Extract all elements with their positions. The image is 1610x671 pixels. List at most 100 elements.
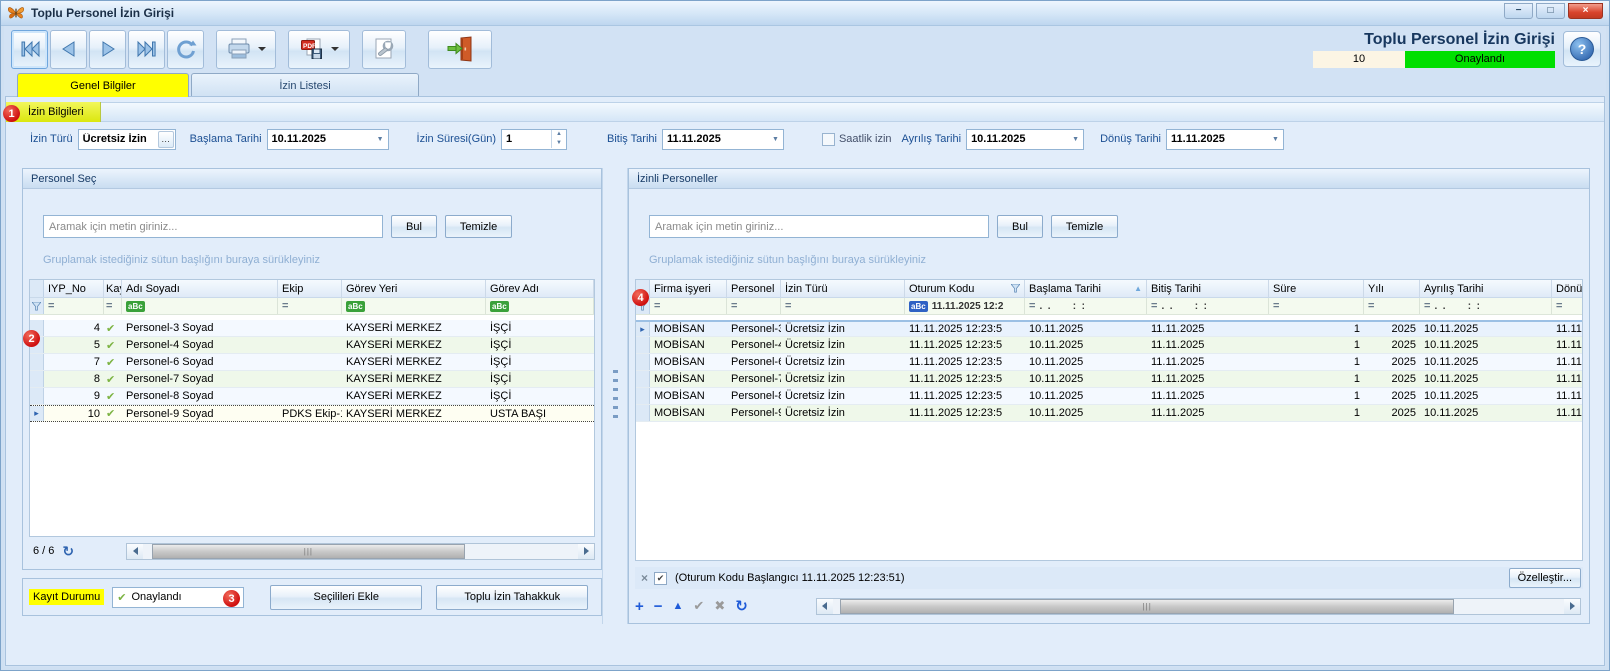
sort-ascending-icon: ▲ <box>1134 284 1142 293</box>
bul-button[interactable]: Bul <box>391 215 437 238</box>
donus-tarihi-field[interactable]: ▼ <box>1166 129 1284 150</box>
spin-up-icon[interactable]: ▲ <box>552 130 566 139</box>
delete-row-icon[interactable]: − <box>654 598 663 615</box>
izin-suresi-input[interactable] <box>502 130 551 149</box>
baslama-tarihi-field[interactable]: ▼ <box>267 129 389 150</box>
previous-record-button[interactable] <box>50 30 87 69</box>
column-header-sure[interactable]: Süre <box>1269 280 1364 297</box>
refresh-button[interactable] <box>167 30 204 69</box>
ayrilis-dropdown-icon[interactable]: ▼ <box>1068 136 1083 143</box>
column-header-kay[interactable]: Kay <box>104 280 122 297</box>
edit-row-icon[interactable]: ▲ <box>673 600 684 612</box>
table-row-selected[interactable]: ▸ MOBİSAN Personel-3 S Ücretsiz İzin 11.… <box>636 320 1582 337</box>
tab-genel-bilgiler[interactable]: Genel Bilgiler <box>17 73 189 97</box>
column-header-gorev-adi[interactable]: Görev Adı <box>486 280 594 297</box>
last-record-button[interactable] <box>128 30 165 69</box>
minimize-icon: − <box>1516 6 1522 16</box>
help-button[interactable]: ? <box>1563 31 1601 67</box>
bul-button[interactable]: Bul <box>997 215 1043 238</box>
donus-dropdown-icon[interactable]: ▼ <box>1268 136 1283 143</box>
bitis-tarihi-field[interactable]: ▼ <box>662 129 784 150</box>
scroll-thumb[interactable]: ||| <box>152 544 465 559</box>
print-button[interactable] <box>216 30 276 69</box>
column-header-bitis-tarihi[interactable]: Bitiş Tarihi <box>1147 280 1269 297</box>
grid-refresh-icon[interactable]: ↻ <box>62 543 74 560</box>
toplu-izin-tahakkuk-button[interactable]: Toplu İzin Tahakkuk <box>436 585 588 610</box>
izinli-table-hscrollbar[interactable]: ||| <box>816 598 1581 615</box>
saatlik-izin-checkbox[interactable] <box>822 133 835 146</box>
table-row[interactable]: MOBİSAN Personel-8 S Ücretsiz İzin 11.11… <box>636 388 1582 405</box>
tab-izin-listesi[interactable]: İzin Listesi <box>191 73 419 97</box>
filter-close-icon[interactable]: × <box>641 571 648 585</box>
bitis-dropdown-icon[interactable]: ▼ <box>768 136 783 143</box>
table-row[interactable]: 9 ✔ Personel-8 Soyad KAYSERİ MERKEZ İŞÇİ <box>30 388 594 405</box>
scroll-thumb[interactable]: ||| <box>840 599 1454 614</box>
scroll-right-arrow[interactable] <box>578 544 594 559</box>
baslama-tarihi-input[interactable] <box>268 130 373 149</box>
table-row[interactable]: MOBİSAN Personel-6 S Ücretsiz İzin 11.11… <box>636 354 1582 371</box>
minimize-button[interactable]: − <box>1504 3 1533 19</box>
column-header-izin-turu[interactable]: İzin Türü <box>781 280 905 297</box>
temizle-button[interactable]: Temizle <box>1051 215 1118 238</box>
approved-check-icon: ✔ <box>106 390 115 403</box>
filter-enabled-checkbox[interactable]: ✔ <box>654 572 667 585</box>
next-record-icon <box>97 38 119 60</box>
post-edit-icon[interactable]: ✔ <box>693 598 704 614</box>
column-header-iyp-no[interactable]: IYP_No <box>44 280 104 297</box>
table-row[interactable]: MOBİSAN Personel-7 S Ücretsiz İzin 11.11… <box>636 371 1582 388</box>
personel-table-hscrollbar[interactable]: ||| <box>126 543 595 560</box>
pdf-dropdown-caret[interactable] <box>331 47 339 51</box>
next-record-button[interactable] <box>89 30 126 69</box>
izin-suresi-spinner[interactable]: ▲ ▼ <box>551 130 566 148</box>
bitis-tarihi-input[interactable] <box>663 130 768 149</box>
exit-button[interactable] <box>428 30 492 69</box>
table-row[interactable]: MOBİSAN Personel-4 S Ücretsiz İzin 11.11… <box>636 337 1582 354</box>
table-row[interactable]: MOBİSAN Personel-9 S Ücretsiz İzin 11.11… <box>636 405 1582 422</box>
add-row-icon[interactable]: + <box>635 598 644 615</box>
ayrilis-tarihi-field[interactable]: ▼ <box>966 129 1084 150</box>
spin-down-icon[interactable]: ▼ <box>552 139 566 148</box>
temizle-button[interactable]: Temizle <box>445 215 512 238</box>
column-header-personel[interactable]: Personel <box>727 280 781 297</box>
column-header-ekip[interactable]: Ekip <box>278 280 342 297</box>
close-button[interactable]: × <box>1568 3 1603 19</box>
panel-splitter[interactable] <box>602 168 628 624</box>
column-header-gorev-yeri[interactable]: Görev Yeri <box>342 280 486 297</box>
cancel-edit-icon[interactable]: ✖ <box>714 598 725 614</box>
izin-turu-input[interactable] <box>79 130 158 149</box>
maximize-button[interactable]: □ <box>1536 3 1565 19</box>
refresh-data-icon[interactable]: ↻ <box>735 597 748 615</box>
column-header-adi-soyadi[interactable]: Adı Soyadı <box>122 280 278 297</box>
scroll-right-arrow[interactable] <box>1564 599 1580 614</box>
table-row[interactable]: 4 ✔ Personel-3 Soyad KAYSERİ MERKEZ İŞÇİ <box>30 320 594 337</box>
form-title: Toplu Personel İzin Girişi <box>1364 31 1555 49</box>
izin-turu-field[interactable]: … <box>78 129 176 150</box>
table-row[interactable]: 8 ✔ Personel-7 Soyad KAYSERİ MERKEZ İŞÇİ <box>30 371 594 388</box>
personel-search-input[interactable] <box>43 215 383 238</box>
secilileri-ekle-button[interactable]: Seçilileri Ekle <box>270 585 422 610</box>
scroll-left-arrow[interactable] <box>127 544 143 559</box>
column-header-baslama-tarihi[interactable]: Başlama Tarihi ▲ <box>1025 280 1147 297</box>
print-dropdown-caret[interactable] <box>258 47 266 51</box>
first-record-button[interactable] <box>11 30 48 69</box>
page-setup-button[interactable] <box>362 30 406 69</box>
table-row[interactable]: 7 ✔ Personel-6 Soyad KAYSERİ MERKEZ İŞÇİ <box>30 354 594 371</box>
bitis-tarihi-label: Bitiş Tarihi <box>607 133 657 145</box>
donus-tarihi-input[interactable] <box>1167 130 1268 149</box>
izinli-search-input[interactable] <box>649 215 989 238</box>
table-row[interactable]: 5 ✔ Personel-4 Soyad KAYSERİ MERKEZ İŞÇİ <box>30 337 594 354</box>
column-header-firma[interactable]: Firma işyeri <box>650 280 727 297</box>
baslama-dropdown-icon[interactable]: ▼ <box>373 136 388 143</box>
column-header-ayrilis-tarihi[interactable]: Ayrılış Tarihi <box>1420 280 1552 297</box>
column-header-yili[interactable]: Yılı <box>1364 280 1420 297</box>
izin-turu-lookup-button[interactable]: … <box>158 131 174 148</box>
column-header-oturum-kodu[interactable]: Oturum Kodu <box>905 280 1025 297</box>
ozellestir-button[interactable]: Özelleştir... <box>1509 568 1581 588</box>
table-row-selected[interactable]: ▸ 10 ✔ Personel-9 Soyad PDKS Ekip-1 KAYS… <box>30 405 594 422</box>
export-pdf-button[interactable]: PDF <box>288 30 350 69</box>
column-header-donus-tarihi[interactable]: Dönüş <box>1552 280 1583 297</box>
personel-sec-panel: Personel Seç Bul Temizle Gruplamak isted… <box>22 168 602 570</box>
ayrilis-tarihi-input[interactable] <box>967 130 1068 149</box>
izin-suresi-field[interactable]: ▲ ▼ <box>501 129 567 150</box>
scroll-left-arrow[interactable] <box>817 599 833 614</box>
